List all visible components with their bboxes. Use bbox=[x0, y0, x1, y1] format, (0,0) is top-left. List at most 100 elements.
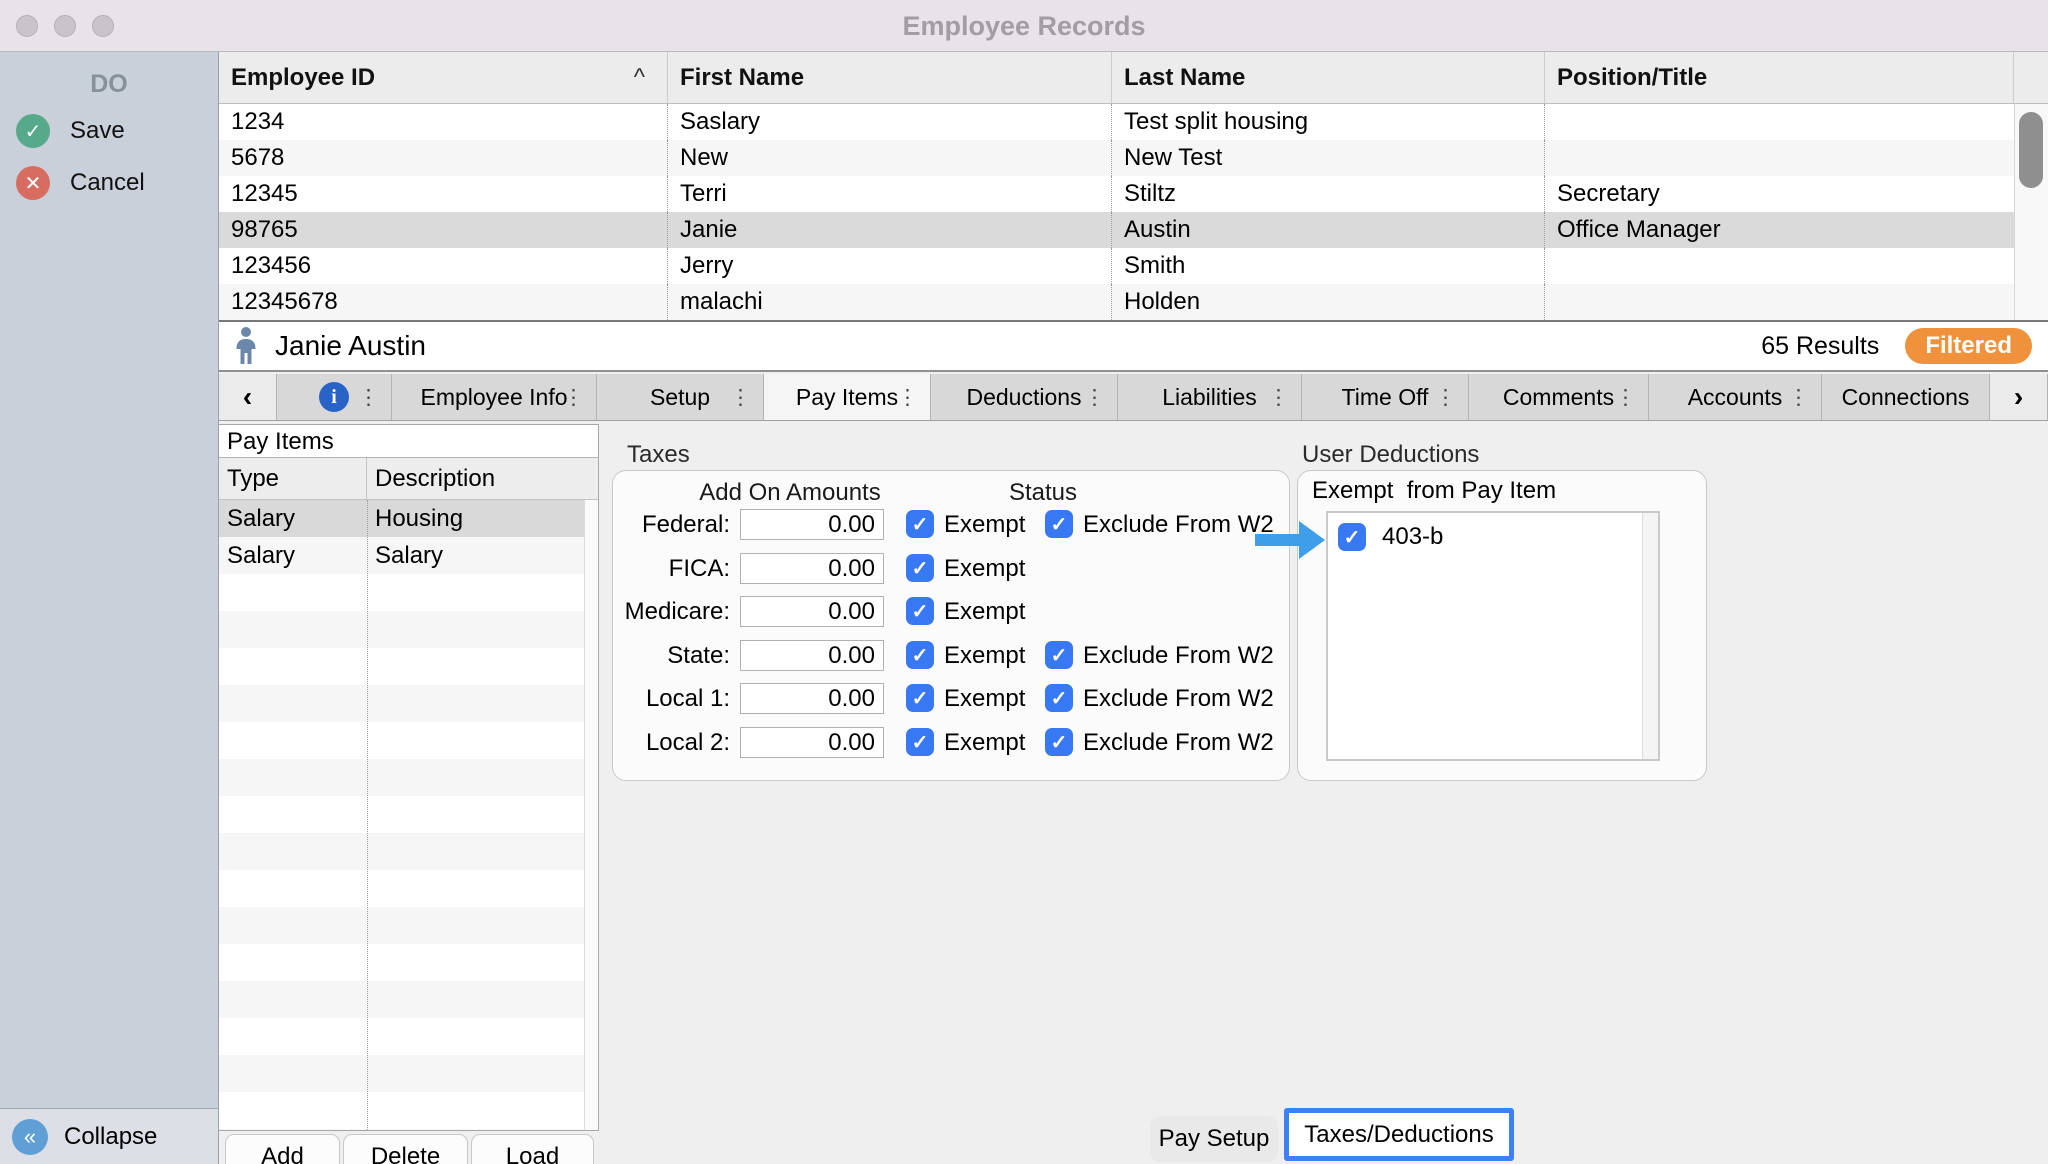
employee-table: Employee ID ^ First Name Last Name Posit… bbox=[219, 52, 2048, 320]
selected-record-name: Janie Austin bbox=[275, 330, 426, 362]
column-header-scroll-corner bbox=[2014, 52, 2048, 103]
taxes-group-label: Taxes bbox=[627, 441, 690, 469]
tab-menu-icon[interactable]: ⋮ bbox=[897, 385, 918, 410]
tab-menu-icon[interactable]: ⋮ bbox=[1084, 385, 1105, 410]
pay-items-column-headers: Type Description bbox=[219, 458, 598, 500]
fica-amount-input[interactable] bbox=[740, 553, 884, 584]
tab-menu-icon[interactable]: ⋮ bbox=[1615, 385, 1636, 410]
window-title: Employee Records bbox=[0, 0, 2048, 52]
table-row[interactable]: 123456 Jerry Smith bbox=[219, 248, 2014, 284]
pay-items-tab-content: Pay Items Type Description Salary Housin… bbox=[219, 421, 2048, 1164]
check-icon: ✓ bbox=[912, 512, 929, 537]
tab-time-off[interactable]: Time Off ⋮ bbox=[1302, 374, 1469, 420]
table-scrollbar-thumb[interactable] bbox=[2019, 112, 2043, 188]
delete-button[interactable]: Delete bbox=[343, 1134, 468, 1164]
deductions-list-scrollbar[interactable] bbox=[1642, 513, 1658, 759]
employee-table-header: Employee ID ^ First Name Last Name Posit… bbox=[219, 52, 2048, 104]
pay-item-row[interactable]: Salary Salary bbox=[219, 537, 598, 574]
tab-deductions[interactable]: Deductions ⋮ bbox=[931, 374, 1118, 420]
table-row[interactable]: 5678 New New Test bbox=[219, 140, 2014, 176]
tabs-scroll-right-button[interactable]: › bbox=[1990, 374, 2048, 420]
pay-item-row-selected[interactable]: Salary Housing bbox=[219, 500, 598, 537]
state-exempt-checkbox[interactable]: ✓ bbox=[906, 641, 934, 669]
table-row[interactable]: 12345 Terri Stiltz Secretary bbox=[219, 176, 2014, 212]
tab-employee-info[interactable]: Employee Info ⋮ bbox=[392, 374, 597, 420]
check-icon: ✓ bbox=[1051, 512, 1068, 537]
add-button[interactable]: Add bbox=[225, 1134, 340, 1164]
taxes-deductions-button[interactable]: Taxes/Deductions bbox=[1284, 1108, 1514, 1161]
check-icon: ✓ bbox=[912, 599, 929, 624]
local2-exempt-checkbox[interactable]: ✓ bbox=[906, 728, 934, 756]
title-bar: Employee Records bbox=[0, 0, 2048, 52]
minimize-window-icon[interactable] bbox=[54, 15, 76, 37]
table-scrollbar[interactable] bbox=[2014, 104, 2048, 320]
column-header-employee-id[interactable]: Employee ID ^ bbox=[219, 52, 668, 103]
column-header-description[interactable]: Description bbox=[367, 458, 598, 499]
person-icon bbox=[231, 326, 261, 366]
check-icon: ✓ bbox=[912, 556, 929, 581]
pay-items-scrollbar[interactable] bbox=[584, 500, 598, 1130]
table-row[interactable]: 1234 Saslary Test split housing bbox=[219, 104, 2014, 140]
status-header: Status bbox=[973, 479, 1113, 507]
cancel-button[interactable]: ✕ Cancel bbox=[16, 166, 145, 200]
tax-row-fica: FICA: ✓ Exempt bbox=[613, 553, 1289, 584]
column-divider bbox=[367, 500, 368, 1130]
tab-info[interactable]: i ⋮ bbox=[277, 374, 392, 420]
tab-menu-icon[interactable]: ⋮ bbox=[730, 385, 751, 410]
check-icon: ✓ bbox=[1344, 525, 1361, 550]
tab-pay-items[interactable]: Pay Items ⋮ bbox=[764, 374, 931, 420]
check-icon: ✓ bbox=[912, 730, 929, 755]
tab-menu-icon[interactable]: ⋮ bbox=[1435, 385, 1456, 410]
add-on-amounts-header: Add On Amounts bbox=[653, 479, 927, 507]
local1-amount-input[interactable] bbox=[740, 683, 884, 714]
local1-exempt-checkbox[interactable]: ✓ bbox=[906, 684, 934, 712]
tab-connections[interactable]: Connections bbox=[1822, 374, 1990, 420]
exempt-from-pay-item-label: Exempt from Pay Item bbox=[1312, 477, 1556, 505]
chevron-left-icon: ‹ bbox=[243, 381, 252, 413]
employee-table-body: 1234 Saslary Test split housing 5678 New… bbox=[219, 104, 2014, 320]
close-window-icon[interactable] bbox=[16, 15, 38, 37]
tab-liabilities[interactable]: Liabilities ⋮ bbox=[1118, 374, 1302, 420]
fica-exempt-checkbox[interactable]: ✓ bbox=[906, 554, 934, 582]
tab-menu-icon[interactable]: ⋮ bbox=[358, 385, 379, 410]
medicare-exempt-checkbox[interactable]: ✓ bbox=[906, 597, 934, 625]
table-row-selected[interactable]: 98765 Janie Austin Office Manager bbox=[219, 212, 2014, 248]
record-tab-bar: ‹ i ⋮ Employee Info ⋮ Setup ⋮ Pay Items … bbox=[219, 374, 2048, 421]
user-deductions-group-box: Exempt from Pay Item ✓ 403-b bbox=[1297, 470, 1707, 781]
column-header-type[interactable]: Type bbox=[219, 458, 367, 499]
local2-amount-input[interactable] bbox=[740, 727, 884, 758]
save-check-icon: ✓ bbox=[16, 114, 50, 148]
save-button[interactable]: ✓ Save bbox=[16, 114, 125, 148]
load-button[interactable]: Load bbox=[471, 1134, 594, 1164]
tab-setup[interactable]: Setup ⋮ bbox=[597, 374, 764, 420]
state-amount-input[interactable] bbox=[740, 640, 884, 671]
tabs-scroll-left-button[interactable]: ‹ bbox=[219, 374, 277, 420]
local2-exclude-w2-checkbox[interactable]: ✓ bbox=[1045, 728, 1073, 756]
tab-comments[interactable]: Comments ⋮ bbox=[1469, 374, 1649, 420]
tax-row-local1: Local 1: ✓ Exempt ✓ Exclude From W2 bbox=[613, 683, 1289, 714]
medicare-amount-input[interactable] bbox=[740, 596, 884, 627]
column-header-last-name[interactable]: Last Name bbox=[1112, 52, 1545, 103]
pay-setup-button[interactable]: Pay Setup bbox=[1150, 1116, 1278, 1162]
tab-accounts[interactable]: Accounts ⋮ bbox=[1649, 374, 1822, 420]
state-exclude-w2-checkbox[interactable]: ✓ bbox=[1045, 641, 1073, 669]
tab-menu-icon[interactable]: ⋮ bbox=[563, 385, 584, 410]
filtered-badge[interactable]: Filtered bbox=[1905, 328, 2032, 364]
sidebar: DO ✓ Save ✕ Cancel « Collapse bbox=[0, 52, 219, 1164]
deduction-403b-checkbox[interactable]: ✓ bbox=[1338, 523, 1366, 551]
pay-items-list: Salary Housing Salary Salary bbox=[219, 500, 598, 1130]
table-row[interactable]: 12345678 malachi Holden bbox=[219, 284, 2014, 320]
collapse-button[interactable]: « Collapse bbox=[0, 1108, 218, 1164]
cancel-x-icon: ✕ bbox=[16, 166, 50, 200]
column-header-position[interactable]: Position/Title bbox=[1545, 52, 2014, 103]
column-header-first-name[interactable]: First Name bbox=[668, 52, 1112, 103]
tab-menu-icon[interactable]: ⋮ bbox=[1268, 385, 1289, 410]
local1-exclude-w2-checkbox[interactable]: ✓ bbox=[1045, 684, 1073, 712]
tab-menu-icon[interactable]: ⋮ bbox=[1788, 385, 1809, 410]
deduction-item-403b[interactable]: ✓ 403-b bbox=[1338, 523, 1443, 551]
federal-exempt-checkbox[interactable]: ✓ bbox=[906, 510, 934, 538]
federal-amount-input[interactable] bbox=[740, 509, 884, 540]
annotation-arrow-icon bbox=[1255, 521, 1325, 559]
federal-exclude-w2-checkbox[interactable]: ✓ bbox=[1045, 510, 1073, 538]
zoom-window-icon[interactable] bbox=[92, 15, 114, 37]
